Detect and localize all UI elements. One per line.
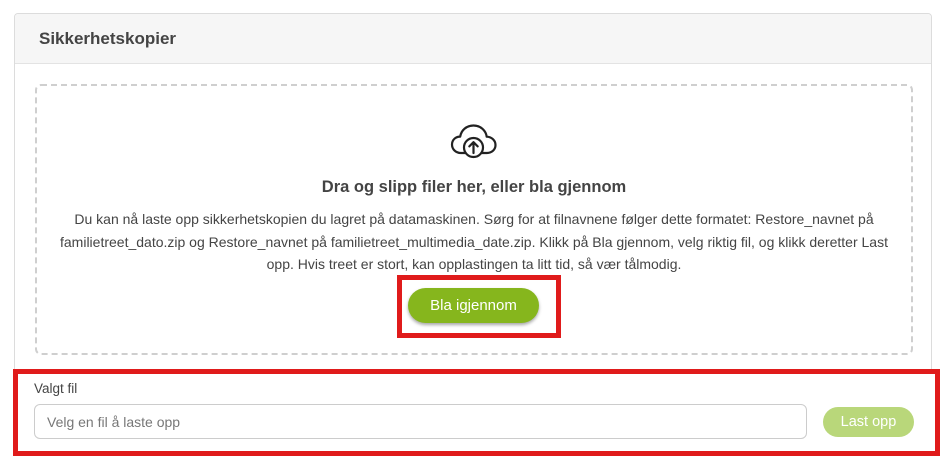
upload-button[interactable]: Last opp <box>823 407 914 437</box>
dropzone-title: Dra og slipp filer her, eller bla gjenno… <box>321 178 627 196</box>
selected-file-input[interactable] <box>34 404 807 439</box>
card-header: Sikkerhetskopier <box>15 14 931 64</box>
card-title: Sikkerhetskopier <box>39 28 177 48</box>
selected-file-label: Valgt fil <box>34 381 78 396</box>
backup-page: Sikkerhetskopier Dra og slipp filer her,… <box>0 0 946 461</box>
cloud-upload-icon <box>450 124 497 159</box>
browse-button[interactable]: Bla igjennom <box>408 288 539 323</box>
dropzone-description: Du kan nå laste opp sikkerhetskopien du … <box>60 211 888 272</box>
